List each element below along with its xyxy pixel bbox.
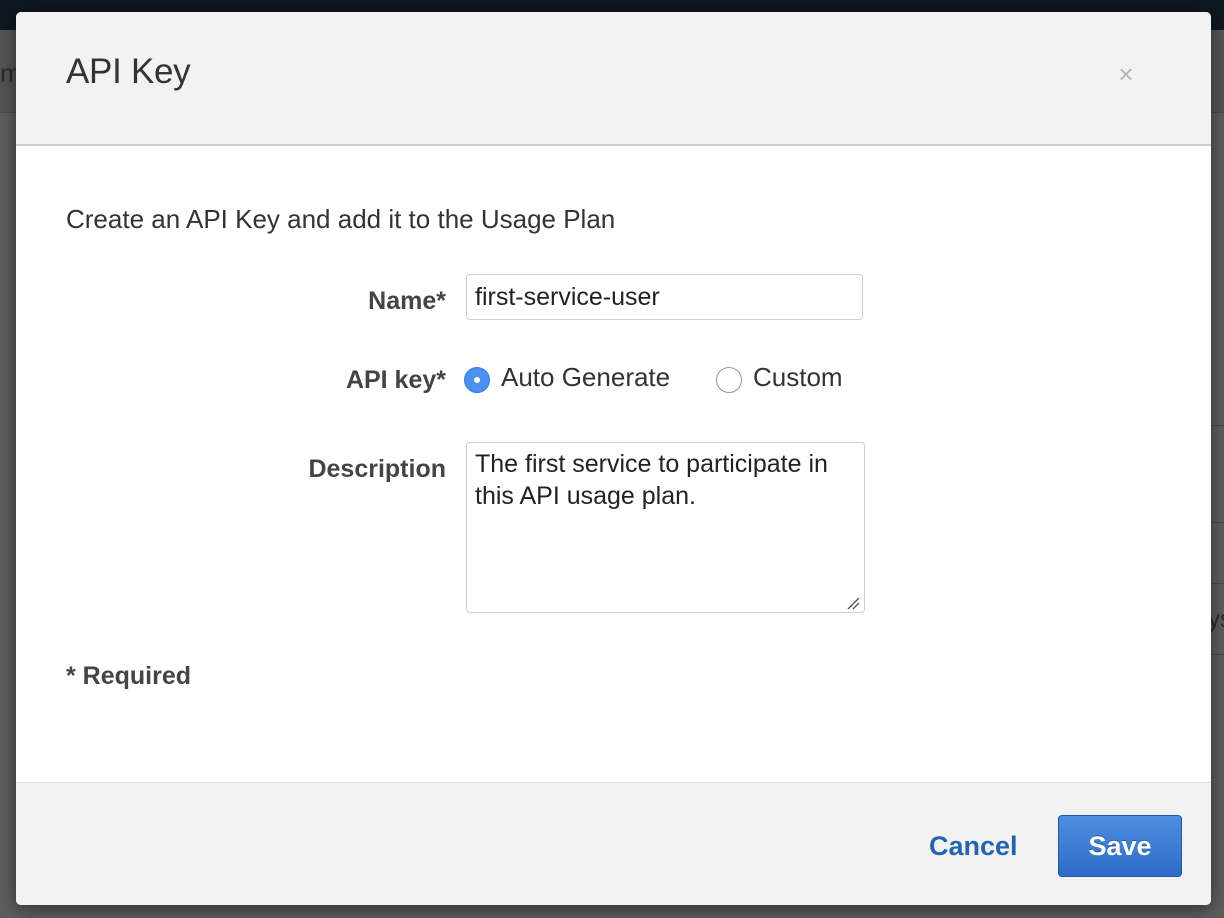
- custom-radio-label[interactable]: Custom: [753, 362, 843, 393]
- dialog-footer: Cancel Save: [16, 782, 1211, 905]
- description-label: Description: [308, 455, 446, 483]
- background-divider: [1212, 654, 1224, 655]
- auto-generate-radio-label[interactable]: Auto Generate: [501, 362, 670, 393]
- background-divider: [1212, 425, 1224, 426]
- close-icon[interactable]: ×: [1115, 61, 1137, 87]
- dialog-intro-text: Create an API Key and add it to the Usag…: [66, 204, 616, 234]
- required-note: * Required: [66, 662, 192, 690]
- save-button[interactable]: Save: [1058, 815, 1182, 877]
- background-divider: [1212, 583, 1224, 584]
- custom-radio[interactable]: [716, 367, 742, 393]
- name-label: Name*: [368, 287, 446, 315]
- background-divider: [1212, 522, 1224, 523]
- api-key-label: API key*: [345, 366, 446, 394]
- resize-grip-icon[interactable]: [846, 596, 860, 610]
- dialog-title: API Key: [66, 52, 191, 91]
- dialog-header: API Key ×: [16, 12, 1211, 146]
- auto-generate-radio[interactable]: [464, 367, 490, 393]
- dialog-body: Create an API Key and add it to the Usag…: [16, 146, 1211, 782]
- description-textarea[interactable]: The first service to participate in this…: [466, 442, 865, 613]
- api-key-dialog: API Key × Create an API Key and add it t…: [16, 12, 1211, 905]
- name-input[interactable]: [466, 274, 863, 320]
- cancel-button[interactable]: Cancel: [929, 831, 1018, 862]
